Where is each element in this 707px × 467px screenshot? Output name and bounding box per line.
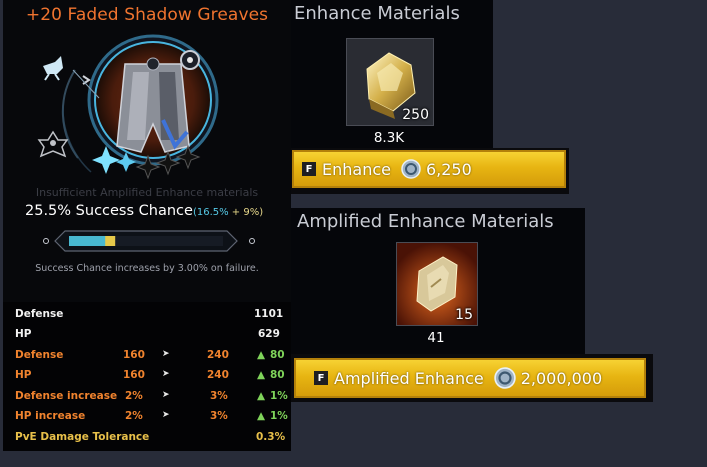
key-hint: F xyxy=(314,371,328,385)
enhance-cost: 6,250 xyxy=(425,159,472,179)
section-title: Amplified Enhance Materials xyxy=(297,211,554,232)
upgrade-row: HP increase 2% ➤ 3% ▲ 1% xyxy=(15,410,288,422)
spiral-rank-icon xyxy=(37,130,69,158)
insufficient-note: Insufficient Amplified Enhance materials xyxy=(35,186,259,199)
key-hint: F xyxy=(302,162,316,176)
amplified-enhance-button[interactable]: F Amplified Enhance 2,000,000 xyxy=(294,358,646,398)
item-art xyxy=(37,34,219,180)
item-title: +20 Faded Shadow Greaves xyxy=(25,5,269,25)
delta-up-icon: ▲ xyxy=(257,349,266,361)
success-chance: 25.5% Success Chance(16.5% + 9%) xyxy=(25,203,263,219)
stat-row-hp: HP 629 xyxy=(15,328,280,340)
material-owned: 41 xyxy=(427,330,445,346)
enhance-button[interactable]: F Enhance 6,250 xyxy=(292,150,566,188)
success-detail: (16.5% + 9%) xyxy=(192,207,264,218)
material-count: 15 xyxy=(455,307,473,323)
success-label: 25.5% Success Chance xyxy=(25,203,193,219)
material-owned: 8.3K xyxy=(373,130,405,146)
arrow-icon: ➤ xyxy=(162,369,170,379)
amplified-cost: 2,000,000 xyxy=(520,368,603,388)
upgrade-row: HP 160 ➤ 240 ▲ 80 xyxy=(15,369,285,381)
material-slot[interactable]: 15 xyxy=(396,242,478,326)
upgrade-row: Defense 160 ➤ 240 ▲ 80 xyxy=(15,349,285,361)
success-progress-bar xyxy=(43,230,255,252)
item-panel: +20 Faded Shadow Greaves Insufficient Am… xyxy=(3,0,291,451)
material-slot[interactable]: 250 xyxy=(346,38,434,126)
amplified-materials-panel: Amplified Enhance Materials 15 41 xyxy=(291,208,585,354)
amplified-button-label: Amplified Enhance xyxy=(334,368,484,388)
arrow-icon: ➤ xyxy=(162,390,170,400)
material-count: 250 xyxy=(402,107,429,123)
arrow-icon: ➤ xyxy=(162,410,170,420)
fail-note: Success Chance increases by 3.00% on fai… xyxy=(35,263,259,274)
coin-icon xyxy=(493,367,516,389)
arrow-icon: ➤ xyxy=(162,349,170,359)
stats-table: Defense 1101 HP 629 Defense 160 ➤ 240 ▲ … xyxy=(3,302,291,451)
upgrade-row: Defense increase 2% ➤ 3% ▲ 1% xyxy=(15,390,288,402)
coin-icon xyxy=(401,159,421,179)
enhance-materials-panel: Enhance Materials 250 8.3K xyxy=(291,0,493,148)
stat-row-defense: Defense 1101 xyxy=(15,308,284,320)
delta-up-icon: ▲ xyxy=(257,410,266,422)
stat-row-tolerance: PvE Damage Tolerance 0.3% xyxy=(15,431,286,443)
delta-up-icon: ▲ xyxy=(257,390,266,402)
bird-rank-icon xyxy=(43,56,63,81)
section-title: Enhance Materials xyxy=(294,3,460,24)
enhance-button-label: Enhance xyxy=(322,159,391,179)
delta-up-icon: ▲ xyxy=(257,369,266,381)
